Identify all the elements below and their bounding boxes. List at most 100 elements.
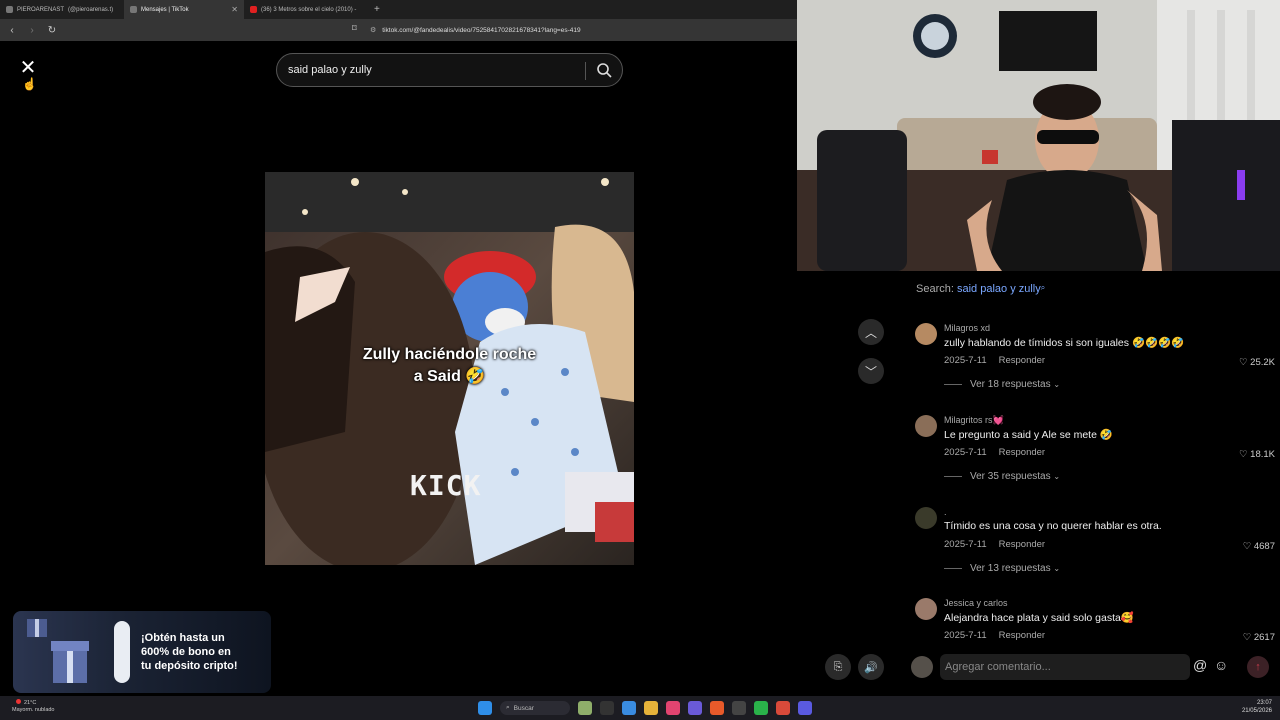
search-icon[interactable] [596, 62, 612, 83]
view-replies-button[interactable]: Ver 13 respuestas ⌄ [944, 563, 1060, 574]
taskbar-search-label: Buscar [513, 704, 534, 712]
chrome-icon[interactable] [776, 701, 790, 715]
search-icon: ⌕ [506, 704, 510, 711]
send-button[interactable]: ↑ [1247, 656, 1269, 678]
close-tab-icon[interactable]: ✕ [231, 5, 238, 14]
comment-username[interactable]: Milagritos rs💓 [944, 415, 1004, 426]
reply-button[interactable]: Responder [999, 539, 1045, 550]
next-video-button[interactable]: ﹀ [858, 358, 884, 384]
comment-date: 2025-7-11 [944, 447, 987, 458]
system-clock[interactable]: 23:07 21/05/2026 [1242, 699, 1272, 715]
view-replies-label: Ver 13 respuestas [970, 563, 1051, 574]
video-column: said palao y zully Zully haciéndole roch… [265, 41, 634, 696]
brave-icon[interactable] [710, 701, 724, 715]
view-replies-label: Ver 18 respuestas [970, 379, 1051, 390]
search-hint-prefix: Search: [916, 283, 954, 295]
tab-extra: (@pieroarenas.t) [68, 6, 114, 13]
promo-line-3: tu depósito cripto! [141, 660, 238, 672]
comment-item: . Tímido es una cosa y no querer hablar … [915, 507, 1275, 577]
copy-link-icon[interactable]: ⎘ [825, 654, 851, 680]
like-button[interactable]: ♡ 4687 [1243, 541, 1275, 552]
heart-icon: ♡ [1239, 357, 1248, 368]
like-count: 18.1K [1250, 449, 1275, 460]
reply-button[interactable]: Responder [999, 447, 1045, 458]
comment-text: Tímido es una cosa y no querer hablar es… [944, 520, 1162, 532]
kick-app-icon[interactable] [754, 701, 768, 715]
clock-date: 21/05/2026 [1241, 708, 1272, 714]
like-button[interactable]: ♡ 25.2K [1239, 357, 1275, 368]
weather-widget[interactable]: 21°C Mayorm. nublado [12, 700, 55, 714]
url-text: tiktok.com/@fandedealis/video/7525841702… [382, 26, 581, 34]
weather-temp: 21°C [24, 700, 37, 706]
avatar[interactable] [915, 507, 937, 529]
comment-item: Milagros xd zully hablando de tímidos si… [915, 323, 1275, 393]
site-info-icon[interactable]: ⚙ [370, 26, 376, 34]
discord-icon[interactable] [798, 701, 812, 715]
like-count: 25.2K [1250, 357, 1275, 368]
weather-desc: Mayorm. nublado [12, 707, 55, 713]
file-explorer-icon[interactable] [644, 701, 658, 715]
view-replies-button[interactable]: Ver 18 respuestas ⌄ [944, 379, 1060, 390]
comment-username[interactable]: Jessica y carlos [944, 598, 1008, 608]
emoji-icon[interactable]: ☺ [1214, 657, 1228, 673]
search-input[interactable]: said palao y zully [288, 64, 372, 76]
comment-meta: 2025-7-11 Responder [944, 539, 1045, 550]
taskbar-search[interactable]: ⌕ Buscar [500, 701, 570, 715]
bookmark-icon[interactable]: ⌑ [352, 23, 357, 34]
avatar[interactable] [915, 598, 937, 620]
avatar[interactable] [911, 656, 933, 678]
task-view-icon[interactable] [600, 701, 614, 715]
windows-start-icon[interactable] [478, 701, 492, 715]
comment-meta: 2025-7-11 Responder [944, 447, 1045, 458]
search-bar[interactable]: said palao y zully [276, 53, 623, 87]
app-icon[interactable] [732, 701, 746, 715]
promo-banner[interactable]: ¡Obtén hasta un 600% de bono en tu depós… [13, 611, 271, 693]
avatar[interactable] [915, 323, 937, 345]
tab-pieroarenast[interactable]: PIEROARENAST (@pieroarenas.t) [0, 0, 124, 19]
comment-username[interactable]: Milagros xd [944, 323, 990, 333]
tab-label: PIEROARENAST [17, 6, 65, 13]
comment-meta: 2025-7-11 Responder [944, 355, 1045, 366]
close-icon[interactable]: ✕ [17, 57, 39, 79]
comment-date: 2025-7-11 [944, 539, 987, 550]
mouse-cursor-icon: ☝ [22, 77, 37, 91]
tab-youtube[interactable]: (36) 3 Metros sobre el cielo (2010) - [244, 0, 368, 19]
reload-icon[interactable]: ↻ [46, 25, 58, 36]
tab-mensajes-tiktok[interactable]: Mensajes | TikTok ✕ [124, 0, 244, 19]
webcam-image [797, 0, 1280, 271]
youtube-icon [250, 6, 257, 13]
avatar[interactable] [915, 415, 937, 437]
teams-icon[interactable] [688, 701, 702, 715]
volume-icon[interactable]: 🔊 [858, 654, 884, 680]
app-icon[interactable] [666, 701, 680, 715]
heart-icon: ♡ [1239, 449, 1248, 460]
comment-username[interactable]: . [944, 507, 947, 517]
previous-video-button[interactable]: ︿ [858, 319, 884, 345]
back-icon[interactable]: ‹ [6, 25, 18, 36]
reply-button[interactable]: Responder [999, 630, 1045, 641]
reply-button[interactable]: Responder [999, 355, 1045, 366]
video-player[interactable]: Zully haciéndole roche a Said 🤣 KICK [265, 172, 634, 565]
tab-label: Mensajes | TikTok [141, 6, 189, 13]
promo-slider[interactable] [114, 621, 130, 683]
widgets-icon[interactable] [578, 701, 592, 715]
comment-date: 2025-7-11 [944, 355, 987, 366]
search-hint-term[interactable]: said palao y zully [957, 283, 1041, 295]
edge-icon[interactable] [622, 701, 636, 715]
comment-input[interactable]: Agregar comentario... [940, 654, 1190, 680]
comment-item: Milagritos rs💓 Le pregunto a said y Ale … [915, 415, 1275, 485]
like-button[interactable]: ♡ 18.1K [1239, 449, 1275, 460]
chevron-down-icon: ⌄ [1053, 564, 1061, 573]
forward-icon[interactable]: › [26, 25, 38, 36]
heart-icon: ♡ [1242, 541, 1252, 552]
clock-time: 23:07 [1256, 700, 1272, 706]
like-button[interactable]: ♡ 2617 [1243, 632, 1275, 642]
address-bar[interactable]: ⚙ tiktok.com/@fandedealis/video/75258417… [370, 22, 790, 38]
gift-box-icon [27, 619, 89, 683]
view-replies-button[interactable]: Ver 35 respuestas ⌄ [944, 471, 1060, 482]
like-count: 2617 [1253, 632, 1275, 642]
search-hint[interactable]: Search: said palao y zully⌕ [916, 283, 1045, 295]
new-tab-button[interactable]: + [368, 4, 386, 15]
comment-text: Le pregunto a said y Ale se mete 🤣 [944, 429, 1113, 441]
mention-icon[interactable]: @ [1193, 657, 1207, 673]
